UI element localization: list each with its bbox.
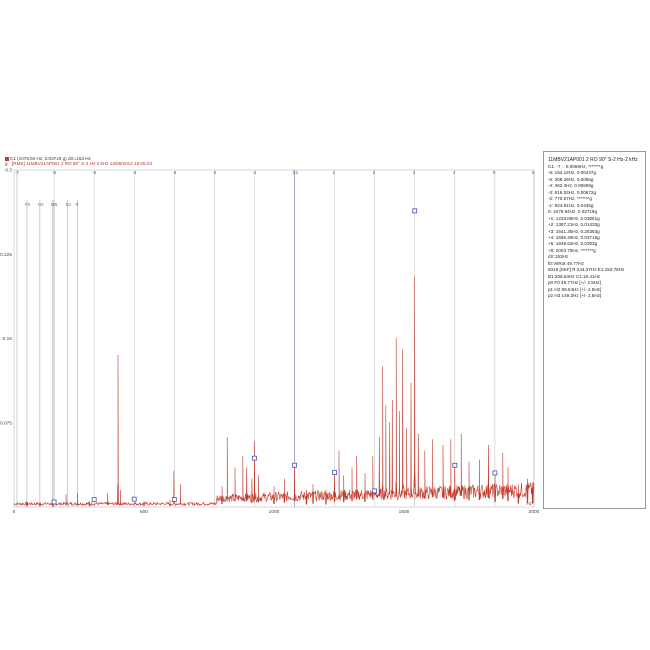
harmonic-label: B1 — [66, 202, 72, 207]
x-tick-label: 1000 — [269, 509, 280, 515]
spectrum-peak — [417, 433, 419, 435]
spectrum-peak — [364, 472, 366, 474]
spectrum-peak — [242, 456, 244, 457]
spectrum-peak — [372, 456, 374, 457]
info-panel-title: 11MBV21AP001 2 RO 90° S-2 Hz-2 kHz — [548, 157, 638, 163]
info-line: p2 H3 149.3Hz [+/- 2.5Hz] — [548, 293, 602, 299]
spectrum-peak — [424, 450, 426, 452]
spectrum-peak — [65, 494, 67, 495]
spectrum-peak — [382, 366, 384, 367]
spectrum-peak — [479, 459, 480, 461]
cursor-info-panel: 11MBV21AP001 2 RO 90° S-2 Hz-2 kHz C1: -… — [543, 151, 646, 509]
spectrum-peak — [77, 493, 78, 494]
cursor-point[interactable] — [131, 496, 137, 502]
spectrum-peak — [468, 461, 470, 463]
spectrum-peak — [414, 276, 416, 278]
spectrum-peak — [389, 422, 391, 424]
spectrum-peak — [406, 428, 407, 429]
y-tick-label: 0.3 — [5, 168, 12, 174]
spectrum-peak — [391, 399, 393, 401]
spectrum-peak — [518, 484, 519, 485]
cursor-point[interactable] — [292, 462, 297, 468]
spectrum-peak — [107, 493, 108, 494]
spectrum-peak — [385, 405, 387, 407]
y-tick-label: 0.225 — [0, 252, 12, 258]
x-tick-label: 500 — [140, 509, 148, 515]
spectrum-peak — [532, 484, 534, 485]
spectrum-peak — [395, 338, 397, 339]
spectrum-peak — [378, 437, 380, 438]
x-tick-label: 2000 — [529, 509, 540, 515]
x-axis-label: Hz — [527, 501, 533, 506]
spectrum-peak — [284, 478, 285, 480]
spectrum-peak — [306, 489, 307, 491]
x-tick-label: 1500 — [399, 509, 410, 515]
spectrum-peak — [402, 349, 404, 351]
harmonic-label: F0 — [25, 202, 31, 207]
spectrum-peak — [251, 478, 253, 480]
cursor-point[interactable] — [452, 462, 458, 468]
spectrum-peak — [460, 433, 462, 435]
cursor-label-left: -7 — [15, 170, 19, 175]
spectrum-peak — [26, 501, 28, 502]
harmonic-label: H2 — [38, 202, 44, 207]
spectrum-peak — [143, 501, 145, 502]
spectrum-peak — [502, 452, 504, 454]
spectrum-peak — [442, 444, 444, 446]
cursor-label: -4 — [132, 170, 136, 175]
plot-area — [13, 169, 535, 508]
spectrum-peak — [89, 501, 90, 502]
spectrum-peak — [117, 355, 119, 356]
spectrum-peak — [312, 484, 314, 485]
cursor-label: -5 — [92, 170, 96, 175]
spectrum-peak — [180, 484, 181, 485]
harmonic-label: E1 — [52, 202, 58, 207]
spectrum-peak — [343, 475, 345, 476]
x-tick-label: 0 — [13, 509, 16, 515]
cursor-label: 6 — [532, 170, 535, 175]
cursor-label: -3 — [172, 170, 176, 175]
cursor-point[interactable] — [252, 455, 257, 461]
spectrum-peak — [273, 486, 275, 488]
y-tick-label: 0.075 — [0, 420, 12, 426]
spectrum-peak — [338, 450, 340, 452]
spectrum-peak — [173, 470, 175, 472]
spectrum-peak — [169, 499, 171, 501]
spectrum-peak — [507, 467, 509, 469]
y-tick-label: 0.15 — [3, 336, 13, 342]
cursor-point[interactable] — [492, 470, 498, 476]
spectrum-peak — [39, 502, 41, 503]
cursor-point[interactable] — [91, 497, 97, 503]
cursor-label: C1 — [293, 170, 299, 175]
info-panel-lines: C1: -7 : -0.0069Hz, *******g -6: 154.12Hz… — [548, 164, 624, 300]
cursor-point[interactable] — [372, 488, 378, 494]
cursor-label: -1 — [252, 170, 256, 175]
cursor-label: -2 — [212, 170, 216, 175]
cursor-point[interactable] — [51, 499, 57, 505]
cursor-label: -6 — [52, 170, 56, 175]
spectrum-peak — [450, 439, 452, 440]
spectrum-peak — [325, 489, 327, 491]
info-line: 6318 [SKF] R:244.37Hz E1:153.78Hz — [548, 267, 625, 273]
spectrum-peak — [488, 444, 489, 446]
spectrum-peak — [410, 383, 412, 384]
spectrum-peak — [258, 475, 259, 476]
spectrum-peak — [432, 439, 433, 440]
spectrum-peak — [254, 441, 255, 443]
spectrum-peak — [234, 467, 236, 469]
cursor-point[interactable] — [412, 208, 418, 214]
cursor-point[interactable] — [171, 497, 177, 502]
spectrum-peak — [527, 478, 528, 480]
spectrum-peak — [351, 467, 353, 469]
spectrum-peak — [398, 411, 400, 412]
spectrum-peak — [120, 489, 121, 491]
plot-frame — [13, 169, 535, 508]
spectrum-peak — [226, 437, 228, 438]
spectrum-peak — [356, 456, 358, 457]
cursor-point[interactable] — [332, 470, 337, 475]
spectrum-peak — [246, 467, 248, 469]
spectrum-peak — [221, 486, 223, 488]
